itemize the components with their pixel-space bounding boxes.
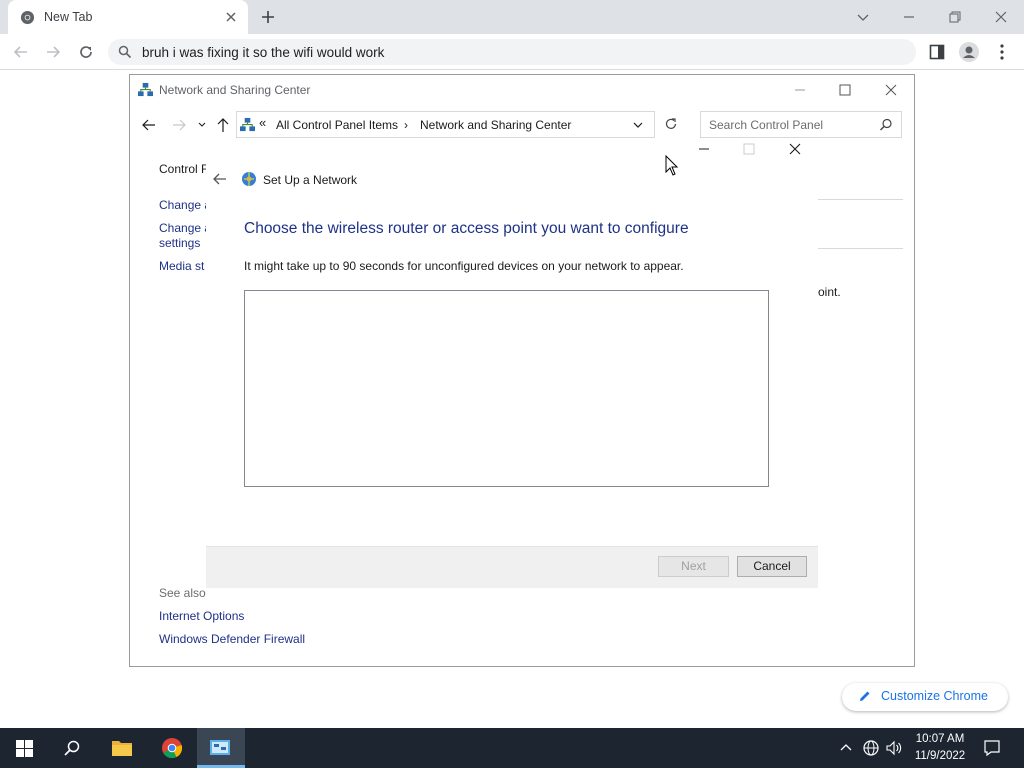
windows-start-icon[interactable] <box>16 740 33 757</box>
notification-icon[interactable] <box>983 739 1001 757</box>
customize-chrome-label: Customize Chrome <box>881 689 988 703</box>
chrome-icon[interactable] <box>161 737 183 759</box>
forward-arrow-icon[interactable] <box>44 43 62 61</box>
control-panel-icon <box>240 117 255 132</box>
taskbar-search-icon[interactable] <box>63 739 81 757</box>
divider <box>818 199 903 200</box>
maximize-icon[interactable] <box>835 80 855 100</box>
close-window-icon[interactable] <box>991 7 1011 27</box>
chrome-favicon-icon <box>20 10 35 25</box>
clock-date[interactable]: 11/9/2022 <box>912 750 968 762</box>
minimize-icon[interactable] <box>694 141 714 157</box>
mouse-cursor-icon <box>665 155 679 177</box>
search-icon <box>118 45 132 59</box>
maximize-icon <box>739 141 759 157</box>
globe-icon[interactable] <box>862 739 880 757</box>
breadcrumb-overflow[interactable]: « <box>259 115 266 130</box>
restore-icon[interactable] <box>945 7 965 27</box>
minimize-icon[interactable] <box>899 7 919 27</box>
minimize-icon[interactable] <box>790 80 810 100</box>
dialog-description: It might take up to 90 seconds for uncon… <box>244 259 684 273</box>
next-button[interactable]: Next <box>658 556 729 577</box>
file-explorer-icon[interactable] <box>111 738 133 758</box>
close-icon[interactable] <box>224 10 238 24</box>
sidebar-change-adapter[interactable]: Change a <box>159 198 211 212</box>
link-internet-options[interactable]: Internet Options <box>159 609 244 623</box>
up-arrow-icon[interactable] <box>214 116 232 134</box>
sidebar-change-sharing[interactable]: Change a <box>159 221 211 235</box>
cancel-button[interactable]: Cancel <box>737 556 807 577</box>
see-also-header: See also <box>159 586 206 600</box>
profile-icon[interactable] <box>959 42 979 62</box>
breadcrumb-network[interactable]: Network and Sharing Center <box>420 118 571 132</box>
sidebar-media-streaming[interactable]: Media st <box>159 259 204 273</box>
link-windows-firewall[interactable]: Windows Defender Firewall <box>159 632 305 646</box>
back-arrow-icon[interactable] <box>211 171 229 187</box>
dialog-title: Set Up a Network <box>263 173 358 187</box>
search-icon[interactable] <box>879 118 893 132</box>
tab-title: New Tab <box>44 10 93 24</box>
close-icon[interactable] <box>881 80 901 100</box>
chevron-down-icon[interactable] <box>632 119 644 131</box>
chevron-down-icon[interactable] <box>196 119 208 131</box>
chevron-up-icon[interactable] <box>838 740 854 756</box>
breadcrumb-separator: › <box>404 118 408 132</box>
clock-time[interactable]: 10:07 AM <box>912 733 968 745</box>
plus-icon[interactable] <box>260 9 276 25</box>
sidebar-icon[interactable] <box>929 44 945 60</box>
sidebar-change-sharing-2[interactable]: settings <box>159 236 200 250</box>
kebab-menu-icon[interactable] <box>994 43 1010 61</box>
device-list[interactable] <box>244 290 769 487</box>
divider <box>818 248 903 249</box>
sidebar-home[interactable]: Control F <box>159 162 208 176</box>
chevron-down-icon[interactable] <box>853 7 873 27</box>
forward-arrow-icon[interactable] <box>170 116 188 134</box>
search-placeholder: Search Control Panel <box>709 118 824 132</box>
network-icon <box>138 82 153 97</box>
window-title: Network and Sharing Center <box>159 83 311 97</box>
dialog-heading: Choose the wireless router or access poi… <box>244 220 689 237</box>
content-fragment: oint. <box>818 285 841 299</box>
refresh-icon[interactable] <box>663 116 679 132</box>
volume-icon[interactable] <box>885 739 903 757</box>
pencil-icon <box>858 689 872 703</box>
reload-icon[interactable] <box>77 43 95 61</box>
back-arrow-icon[interactable] <box>12 43 30 61</box>
back-arrow-icon[interactable] <box>140 116 158 134</box>
control-panel-icon <box>209 738 231 758</box>
breadcrumb-all-items[interactable]: All Control Panel Items <box>276 118 398 132</box>
close-icon[interactable] <box>785 141 805 157</box>
network-icon <box>241 171 257 187</box>
omnibox-text: bruh i was fixing it so the wifi would w… <box>142 45 385 60</box>
